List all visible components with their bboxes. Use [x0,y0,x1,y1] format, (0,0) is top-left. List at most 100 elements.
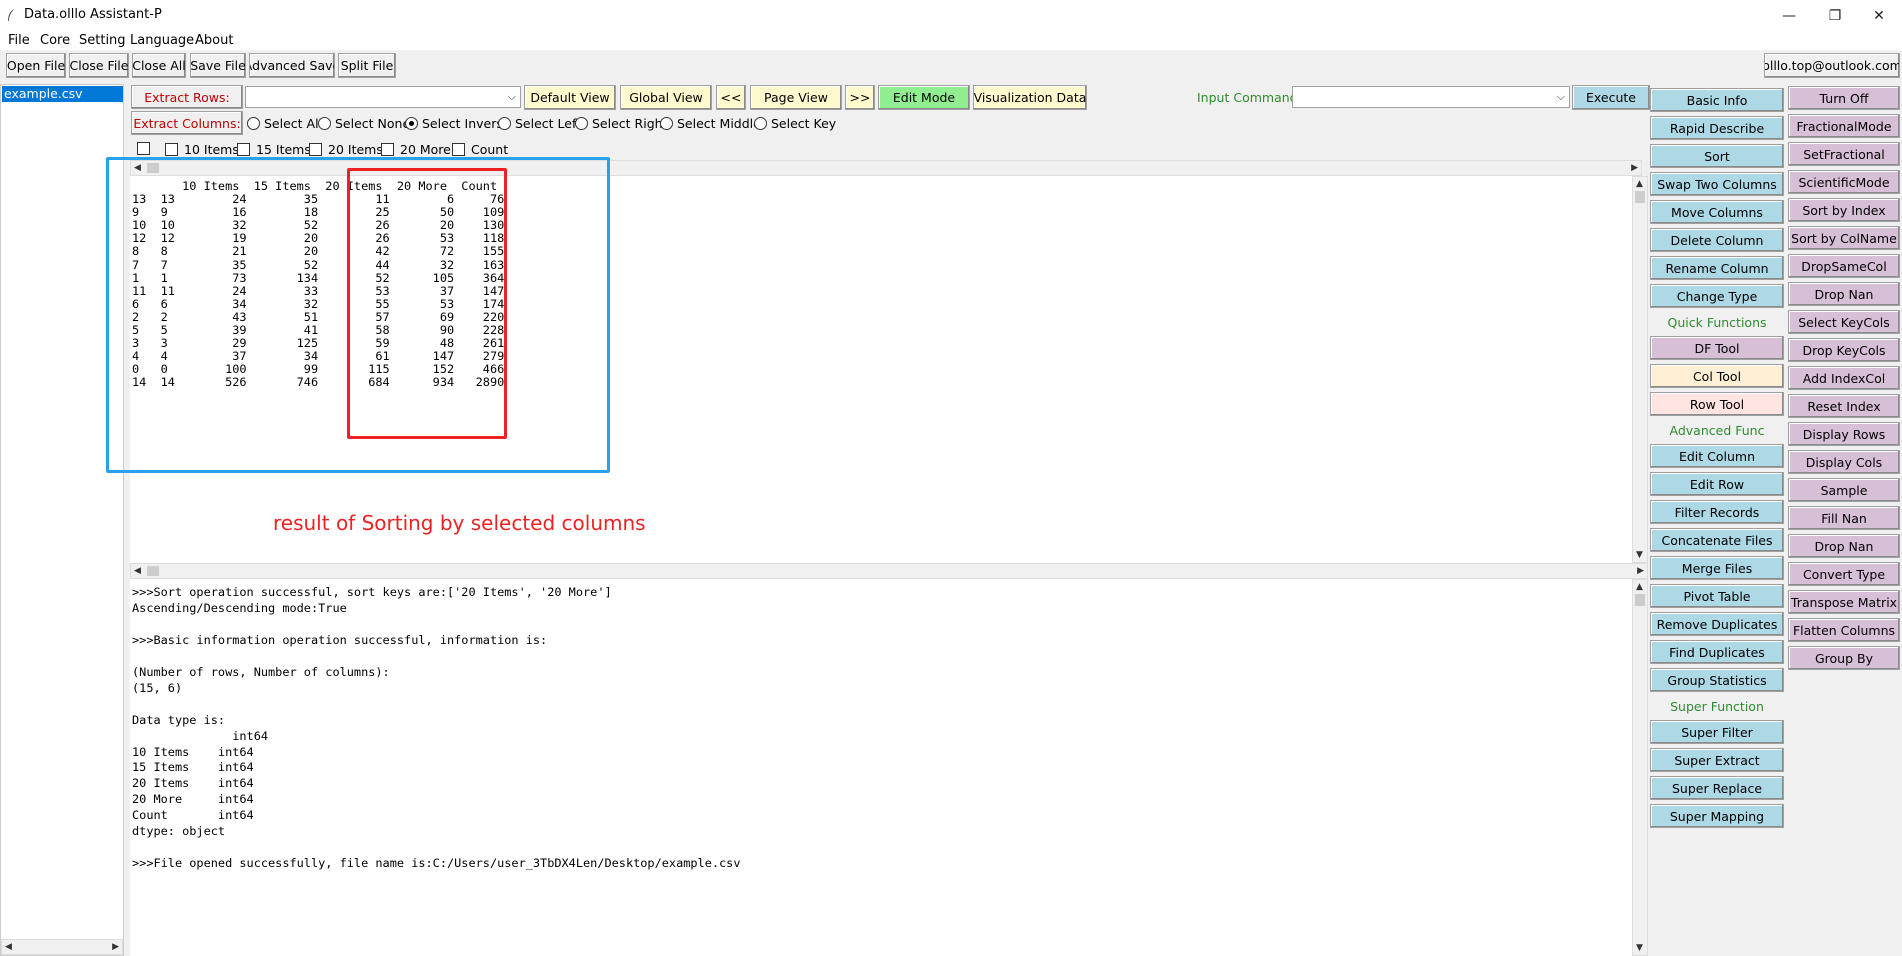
maximize-button[interactable]: ❐ [1812,0,1858,32]
display-rows-button[interactable]: Display Rows [1788,422,1900,446]
column-check-20-more[interactable]: 20 More [381,142,451,157]
transpose-matrix-button[interactable]: Transpose Matrix [1788,590,1900,614]
merge-files-button[interactable]: Merge Files [1650,556,1784,580]
visualization-data-button[interactable]: Visualization Data [973,85,1087,110]
page-view-button[interactable]: Page View [750,85,842,110]
menu-core[interactable]: Core [40,33,70,48]
select-right-radio[interactable]: Select Right [575,116,667,131]
change-type-button[interactable]: Change Type [1650,284,1784,308]
row-tool-button[interactable]: Row Tool [1650,392,1784,416]
close-all-button[interactable]: Close All [132,53,186,78]
filter-records-button[interactable]: Filter Records [1650,500,1784,524]
super-filter-button[interactable]: Super Filter [1650,720,1784,744]
setfractional-button[interactable]: SetFractional [1788,142,1900,166]
sort-button[interactable]: Sort [1650,144,1784,168]
column-check-20-items[interactable]: 20 Items [309,142,383,157]
select-left-radio[interactable]: Select Left [498,116,581,131]
select-middle-radio[interactable]: Select Middle [660,116,761,131]
scroll-up-icon[interactable]: ▲ [1636,582,1643,592]
advanced-save-button[interactable]: Advanced Save [249,53,335,78]
column-check-10-items[interactable]: 10 Items [165,142,239,157]
df-tool-button[interactable]: DF Tool [1650,336,1784,360]
extract-columns-button[interactable]: Extract Columns: [131,111,243,135]
swap-two-columns-button[interactable]: Swap Two Columns [1650,172,1784,196]
scientificmode-button[interactable]: ScientificMode [1788,170,1900,194]
select-none-radio[interactable]: Select None [318,116,410,131]
select-key-radio[interactable]: Select Key [754,116,836,131]
chevron-down-icon[interactable]: ⌵ [1557,90,1565,104]
drop-nan-button[interactable]: Drop Nan [1788,282,1900,306]
close-button[interactable]: ✕ [1856,0,1902,32]
file-list-hscrollbar[interactable]: ◀ ▶ [1,939,123,955]
flatten-columns-button[interactable]: Flatten Columns [1788,618,1900,642]
column-check-count[interactable]: Count [452,142,508,157]
table-vscrollbar[interactable]: ▲ ▼ [1632,176,1648,563]
column-check-index[interactable] [137,142,156,155]
table-bottom-hscrollbar[interactable]: ◀ ▶ [130,563,1648,579]
reset-index-button[interactable]: Reset Index [1788,394,1900,418]
turn-off-button[interactable]: Turn Off [1788,86,1900,110]
open-file-button[interactable]: Open File [6,53,66,78]
input-command-combo[interactable]: ⌵ [1292,86,1570,108]
sort-by-index-button[interactable]: Sort by Index [1788,198,1900,222]
menu-about[interactable]: About [195,33,233,48]
scroll-thumb[interactable] [147,566,159,576]
select-inverse-radio[interactable]: Select Inverse [405,116,511,131]
scroll-thumb[interactable] [1635,594,1645,606]
sort-by-colname-button[interactable]: Sort by ColName [1788,226,1900,250]
scroll-right-icon[interactable]: ▶ [1631,163,1638,173]
basic-info-button[interactable]: Basic Info [1650,88,1784,112]
move-columns-button[interactable]: Move Columns [1650,200,1784,224]
fill-nan-button[interactable]: Fill Nan [1788,506,1900,530]
rapid-describe-button[interactable]: Rapid Describe [1650,116,1784,140]
scroll-right-icon[interactable]: ▶ [1637,566,1644,576]
delete-column-button[interactable]: Delete Column [1650,228,1784,252]
log-vscrollbar[interactable]: ▲ ▼ [1632,579,1648,956]
next-page-button[interactable]: >> [845,85,875,110]
convert-type-button[interactable]: Convert Type [1788,562,1900,586]
scroll-thumb[interactable] [1635,191,1645,203]
concatenate-files-button[interactable]: Concatenate Files [1650,528,1784,552]
scroll-left-icon[interactable]: ◀ [134,566,141,576]
close-file-button[interactable]: Close File [69,53,129,78]
chevron-down-icon[interactable]: ⌵ [508,90,516,104]
scroll-down-icon[interactable]: ▼ [1636,943,1643,953]
add-indexcol-button[interactable]: Add IndexCol [1788,366,1900,390]
drop-nan-button[interactable]: Drop Nan [1788,534,1900,558]
super-extract-button[interactable]: Super Extract [1650,748,1784,772]
select-all-radio[interactable]: Select All [247,116,322,131]
col-tool-button[interactable]: Col Tool [1650,364,1784,388]
remove-duplicates-button[interactable]: Remove Duplicates [1650,612,1784,636]
fractionalmode-button[interactable]: FractionalMode [1788,114,1900,138]
column-check-15-items[interactable]: 15 Items [237,142,311,157]
find-duplicates-button[interactable]: Find Duplicates [1650,640,1784,664]
scroll-down-icon[interactable]: ▼ [1636,550,1643,560]
scroll-up-icon[interactable]: ▲ [1636,179,1643,189]
split-file-button[interactable]: Split File [338,53,396,78]
select-keycols-button[interactable]: Select KeyCols [1788,310,1900,334]
edit-mode-button[interactable]: Edit Mode [878,85,970,110]
extract-rows-button[interactable]: Extract Rows: [131,85,243,109]
default-view-button[interactable]: Default View [524,85,616,110]
menu-language[interactable]: Language [130,33,194,48]
menu-file[interactable]: File [8,33,30,48]
drop-keycols-button[interactable]: Drop KeyCols [1788,338,1900,362]
execute-button[interactable]: Execute [1572,85,1650,110]
global-view-button[interactable]: Global View [620,85,712,110]
dropsamecol-button[interactable]: DropSameCol [1788,254,1900,278]
menu-setting[interactable]: Setting [79,33,126,48]
group-statistics-button[interactable]: Group Statistics [1650,668,1784,692]
edit-row-button[interactable]: Edit Row [1650,472,1784,496]
pivot-table-button[interactable]: Pivot Table [1650,584,1784,608]
minimize-button[interactable]: — [1766,0,1812,32]
rename-column-button[interactable]: Rename Column [1650,256,1784,280]
sample-button[interactable]: Sample [1788,478,1900,502]
display-cols-button[interactable]: Display Cols [1788,450,1900,474]
group-by-button[interactable]: Group By [1788,646,1900,670]
super-replace-button[interactable]: Super Replace [1650,776,1784,800]
edit-column-button[interactable]: Edit Column [1650,444,1784,468]
extract-rows-combo[interactable]: ⌵ [245,86,521,108]
save-file-button[interactable]: Save File [190,53,246,78]
prev-page-button[interactable]: << [716,85,746,110]
email-button[interactable]: olllo.top@outlook.com [1764,53,1900,78]
